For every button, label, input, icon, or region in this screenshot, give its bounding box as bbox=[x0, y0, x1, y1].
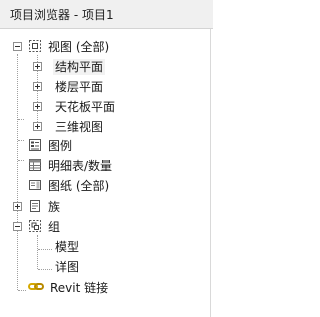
tree-item-schedules[interactable]: 明细表/数量 bbox=[0, 156, 205, 176]
tree-item-revit-links[interactable]: Revit 链接 bbox=[0, 278, 205, 298]
sheet-icon bbox=[28, 178, 42, 192]
tree-item-label: 图例 bbox=[48, 139, 73, 153]
tree-item-floor-plans[interactable]: 楼层平面 bbox=[0, 77, 205, 97]
tree-item-legends[interactable]: 图例 bbox=[0, 136, 205, 156]
tree-item-label: 楼层平面 bbox=[55, 80, 104, 94]
tree-item-views[interactable]: 视图 (全部) bbox=[0, 37, 205, 57]
project-browser-title-bar: 项目浏览器 - 项目1 bbox=[0, 0, 213, 29]
expand-toggle-icon[interactable] bbox=[33, 102, 42, 111]
tree-item-detail-groups[interactable]: 详图 bbox=[0, 257, 205, 277]
tree-item-ceiling-plans[interactable]: 天花板平面 bbox=[0, 97, 205, 117]
views-icon bbox=[28, 39, 42, 53]
tree-item-families[interactable]: 族 bbox=[0, 197, 205, 217]
tree-item-label: 视图 (全部) bbox=[48, 40, 110, 54]
tree-item-label: Revit 链接 bbox=[50, 281, 109, 295]
tree-item-label: 模型 bbox=[55, 240, 80, 254]
expand-toggle-icon[interactable] bbox=[13, 202, 22, 211]
schedule-icon bbox=[28, 158, 42, 172]
expand-toggle-icon[interactable] bbox=[33, 122, 42, 131]
tree-item-structural-plans[interactable]: 结构平面 bbox=[0, 57, 205, 77]
link-icon bbox=[28, 281, 44, 295]
tree-item-label: 组 bbox=[48, 220, 61, 234]
tree-item-sheets[interactable]: 图纸 (全部) bbox=[0, 176, 205, 196]
tree-item-groups[interactable]: 组 bbox=[0, 217, 205, 237]
expand-toggle-icon[interactable] bbox=[33, 82, 42, 91]
project-browser-tree[interactable]: 视图 (全部) 结构平面 楼层平面 天花板平面 三维视图 图例 明细表/数量 图… bbox=[0, 29, 211, 317]
legend-icon bbox=[28, 138, 42, 152]
group-icon bbox=[28, 219, 42, 233]
collapse-toggle-icon[interactable] bbox=[13, 222, 22, 231]
tree-item-label: 明细表/数量 bbox=[48, 159, 113, 173]
tree-item-label: 天花板平面 bbox=[55, 100, 116, 114]
family-icon bbox=[28, 199, 42, 213]
collapse-toggle-icon[interactable] bbox=[13, 42, 22, 51]
tree-item-label: 图纸 (全部) bbox=[48, 179, 110, 193]
expand-toggle-icon[interactable] bbox=[33, 62, 42, 71]
tree-item-model-groups[interactable]: 模型 bbox=[0, 237, 205, 257]
panel-title: 项目浏览器 - 项目1 bbox=[10, 8, 114, 22]
tree-item-label: 三维视图 bbox=[55, 120, 104, 134]
tree-item-3d-views[interactable]: 三维视图 bbox=[0, 117, 205, 137]
tree-item-label: 详图 bbox=[55, 260, 80, 274]
tree-item-label: 结构平面 bbox=[53, 59, 106, 75]
tree-item-label: 族 bbox=[48, 200, 61, 214]
